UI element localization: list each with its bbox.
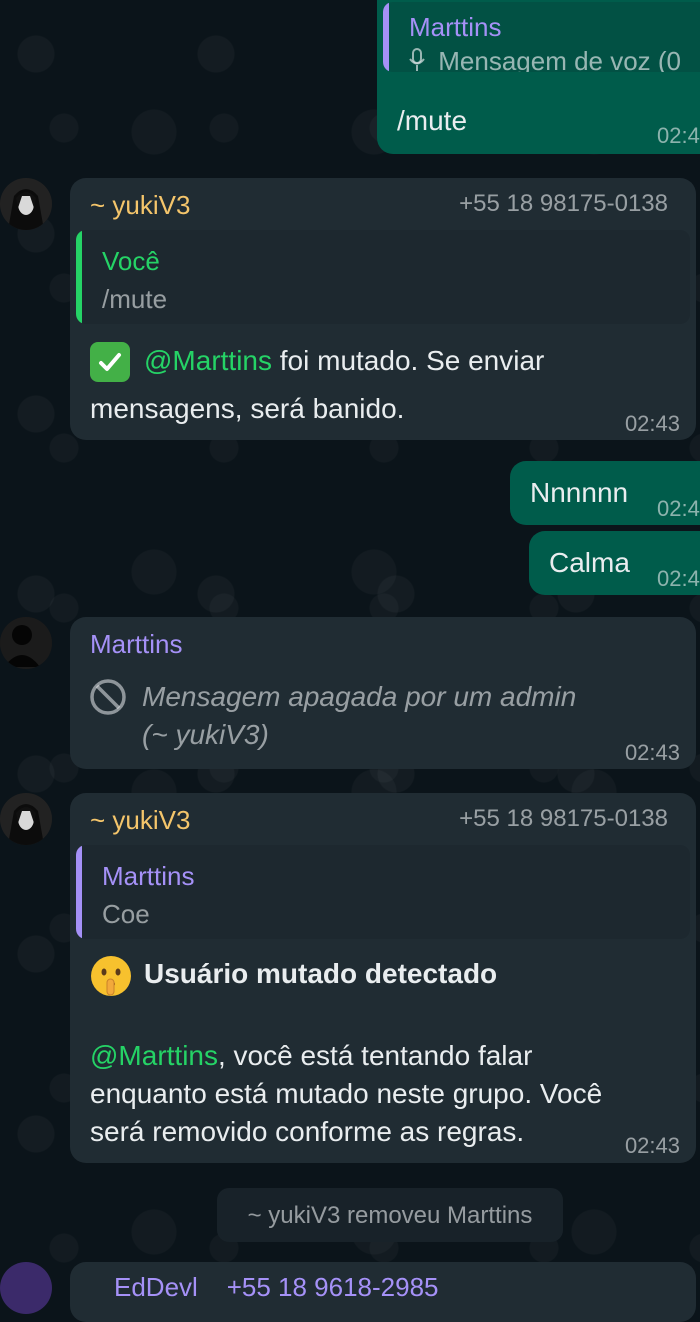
message-time: 02:43: [624, 411, 680, 436]
message-text: , você está tentando falar: [218, 1040, 533, 1071]
check-mark-emoji: [90, 342, 130, 382]
quote-bar: [383, 2, 389, 72]
quote-bar: [76, 230, 82, 324]
sender-name[interactable]: ~ yukiV3: [90, 805, 190, 836]
sender-name[interactable]: Marttins: [90, 629, 182, 660]
incoming-message[interactable]: Marttins Mensagem apagada por um admin (…: [70, 617, 696, 769]
message-line-2: mensagens, será banido.: [90, 393, 405, 424]
message-time: 02:43: [624, 1133, 680, 1158]
message-time: 02:43: [624, 740, 680, 765]
quote-sender: Marttins: [102, 861, 195, 891]
microphone-icon: [409, 47, 431, 72]
sender-name[interactable]: ~ yukiV3: [90, 190, 190, 221]
partial-sender-line: EdDevl +55 18 9618-2985: [114, 1272, 439, 1302]
avatar[interactable]: [0, 617, 52, 669]
message-text: foi mutado. Se enviar: [272, 345, 545, 376]
reply-quote[interactable]: Você /mute: [76, 230, 690, 324]
user-mention[interactable]: @Marttins: [144, 345, 272, 376]
reply-quote[interactable]: Marttins Coe: [76, 845, 690, 939]
outgoing-message[interactable]: Calma 02:4: [529, 531, 700, 595]
message-line-3: será removido conforme as regras.: [90, 1116, 525, 1147]
shushing-face-emoji: [88, 953, 134, 999]
outgoing-message[interactable]: Nnnnnn 02:4: [510, 461, 700, 525]
message-time: 02:4: [657, 123, 700, 148]
reply-quote[interactable]: Marttins Mensagem de voz (0: [383, 2, 700, 72]
avatar[interactable]: [0, 1262, 52, 1314]
quote-sender: Você: [102, 246, 160, 276]
quote-sender: Marttins: [409, 12, 502, 42]
avatar[interactable]: [0, 178, 52, 230]
user-mention[interactable]: @Marttins: [90, 1040, 218, 1071]
quote-text-row: Mensagem de voz (0: [409, 46, 681, 72]
incoming-message[interactable]: EdDevl +55 18 9618-2985: [70, 1262, 696, 1322]
prohibited-icon: [88, 677, 128, 717]
quote-text: Mensagem de voz (0: [438, 46, 682, 72]
message-text: Nnnnnn: [530, 477, 629, 508]
deleted-message-line-1: Mensagem apagada por um admin: [142, 681, 577, 712]
outgoing-message[interactable]: Marttins Mensagem de voz (0 /mute 02:4: [377, 0, 700, 154]
avatar[interactable]: [0, 793, 52, 845]
quote-text: /mute: [102, 284, 168, 314]
message-time: 02:4: [657, 496, 700, 521]
system-notification-text: ~ yukiV3 removeu Marttins: [247, 1202, 533, 1229]
incoming-message[interactable]: ~ yukiV3 +55 18 98175-0138 Marttins Coe …: [70, 793, 696, 1163]
sender-phone: +55 18 98175-0138: [459, 190, 668, 217]
incoming-message[interactable]: ~ yukiV3 +55 18 98175-0138 Você /mute @M…: [70, 178, 696, 440]
message-line-1: @Marttins, você está tentando falar: [90, 1037, 532, 1075]
message-line-1: @Marttins foi mutado. Se enviar: [144, 342, 544, 380]
message-line-2: enquanto está mutado neste grupo. Você: [90, 1078, 603, 1109]
quote-text: Coe: [102, 899, 150, 929]
sender-phone: +55 18 98175-0138: [459, 805, 668, 832]
message-text: /mute: [397, 105, 468, 136]
quote-bar: [76, 845, 82, 939]
deleted-message-line-2: (~ yukiV3): [142, 719, 269, 750]
message-time: 02:4: [657, 566, 700, 591]
message-heading: Usuário mutado detectado: [144, 958, 498, 989]
message-text: Calma: [549, 547, 630, 578]
system-notification: ~ yukiV3 removeu Marttins: [217, 1188, 563, 1242]
